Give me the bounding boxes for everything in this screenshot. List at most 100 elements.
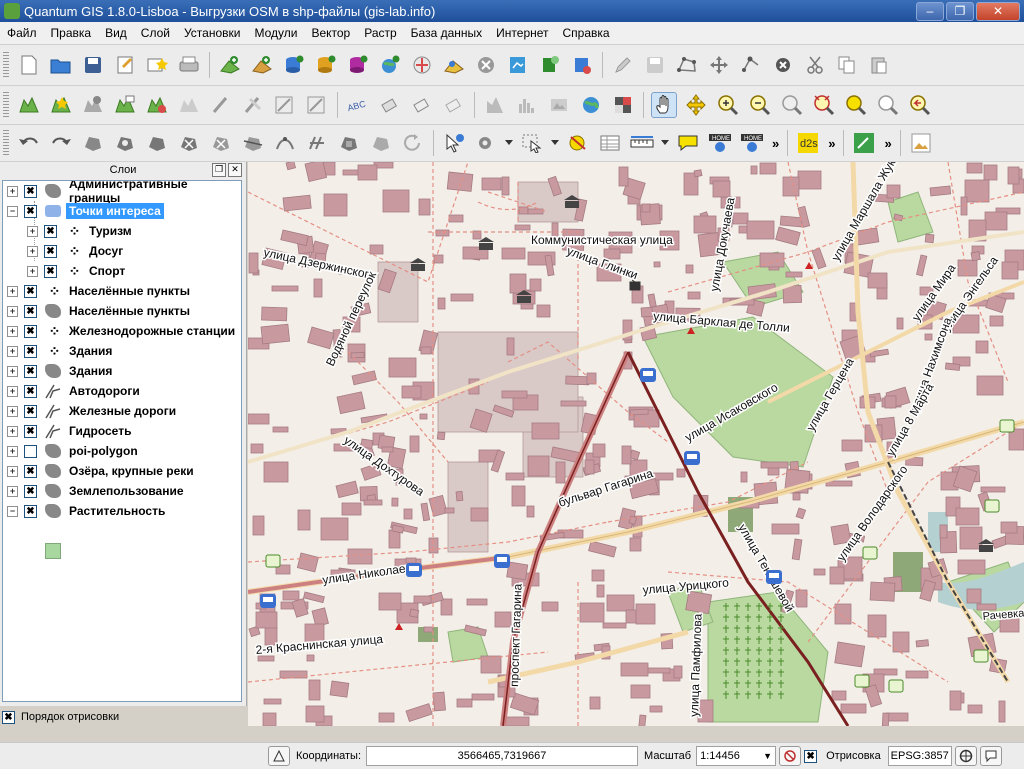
messages-icon[interactable] <box>979 746 1002 766</box>
dropdown-arrow-icon[interactable] <box>505 130 513 156</box>
layer-row-railways[interactable]: + Железные дороги <box>3 401 241 421</box>
add-raster-layer-icon[interactable] <box>249 52 275 78</box>
expand-toggle[interactable]: + <box>7 485 18 497</box>
cut-features-icon[interactable] <box>802 52 828 78</box>
layer-row-poi-polygon[interactable]: + poi-polygon <box>3 441 241 461</box>
pin-labels-icon[interactable] <box>377 92 403 118</box>
d2s-plugin-icon[interactable]: d2s <box>795 130 821 156</box>
layer-visibility-checkbox[interactable] <box>24 444 37 458</box>
extents-toggle-icon[interactable] <box>268 746 290 766</box>
layer-tool-6-icon[interactable] <box>176 92 202 118</box>
run-feature-action-icon[interactable] <box>473 130 499 156</box>
merge-features-icon[interactable] <box>336 130 362 156</box>
layer-visibility-checkbox[interactable] <box>44 224 57 238</box>
layer-row-tourism[interactable]: + ⁘ Туризм <box>3 221 241 241</box>
show-hide-labels-icon[interactable] <box>409 92 435 118</box>
new-bookmark-icon[interactable]: HOME <box>707 130 733 156</box>
menu-view[interactable]: Вид <box>98 22 134 44</box>
layer-row-buildings-points[interactable]: + ⁘ Здания <box>3 341 241 361</box>
raster-calc-icon[interactable] <box>610 92 636 118</box>
copy-features-icon[interactable] <box>834 52 860 78</box>
merge-attributes-icon[interactable] <box>368 130 394 156</box>
layer-tool-7-icon[interactable] <box>208 92 234 118</box>
expand-toggle[interactable]: + <box>7 425 18 437</box>
redo-icon[interactable] <box>48 130 74 156</box>
menu-edit[interactable]: Правка <box>44 22 99 44</box>
layer-tool-5-icon[interactable] <box>144 92 170 118</box>
layer-row-roads[interactable]: + Автодороги <box>3 381 241 401</box>
layer-tool-2-icon[interactable] <box>48 92 74 118</box>
pan-map-icon[interactable] <box>651 92 677 118</box>
zoom-to-selection-icon[interactable] <box>843 92 869 118</box>
add-wms-layer-icon[interactable] <box>377 52 403 78</box>
layer-visibility-checkbox[interactable] <box>44 244 57 258</box>
layer-row-leisure[interactable]: + ⁘ Досуг <box>3 241 241 261</box>
layer-visibility-checkbox[interactable] <box>24 484 37 498</box>
layer-visibility-checkbox[interactable] <box>24 284 37 298</box>
add-wcs-layer-icon[interactable] <box>409 52 435 78</box>
expand-toggle[interactable]: + <box>7 305 18 317</box>
select-features-icon[interactable] <box>519 130 545 156</box>
expand-toggle[interactable]: + <box>7 345 18 357</box>
rotate-point-symbols-icon[interactable] <box>400 130 426 156</box>
expand-toggle[interactable]: + <box>7 325 18 337</box>
move-label-icon[interactable] <box>441 92 467 118</box>
raster-tool-1-icon[interactable] <box>482 92 508 118</box>
layer-tool-8-icon[interactable] <box>240 92 266 118</box>
paste-features-icon[interactable] <box>866 52 892 78</box>
add-spatialite-layer-icon[interactable] <box>313 52 339 78</box>
measure-line-icon[interactable] <box>629 130 655 156</box>
zoom-in-icon[interactable] <box>715 92 741 118</box>
toolbar-more-indicator[interactable]: » <box>884 136 891 151</box>
layer-visibility-checkbox[interactable] <box>24 204 37 218</box>
add-ring-icon[interactable] <box>112 130 138 156</box>
add-feature-icon[interactable] <box>674 52 700 78</box>
map-tips-icon[interactable] <box>675 130 701 156</box>
crs-globe-icon[interactable] <box>954 746 977 766</box>
expand-toggle[interactable]: + <box>7 365 18 377</box>
plugin-image-icon[interactable] <box>908 130 934 156</box>
add-wfs-layer-icon[interactable] <box>441 52 467 78</box>
new-print-composer-icon[interactable] <box>144 52 170 78</box>
layer-row-sport[interactable]: + ⁘ Спорт <box>3 261 241 281</box>
layer-visibility-checkbox[interactable] <box>24 404 37 418</box>
add-delimited-text-icon[interactable] <box>569 52 595 78</box>
stop-render-icon[interactable] <box>779 746 802 766</box>
menu-settings[interactable]: Установки <box>177 22 247 44</box>
save-edits-icon[interactable] <box>642 52 668 78</box>
layer-visibility-checkbox[interactable] <box>24 344 37 358</box>
layer-visibility-checkbox[interactable] <box>24 304 37 318</box>
toolbar-more-indicator[interactable]: » <box>772 136 779 151</box>
dropdown-arrow-icon[interactable] <box>661 130 669 156</box>
coordinates-field[interactable]: 3566465,7319667 <box>366 746 639 766</box>
attribute-table-icon[interactable] <box>597 130 623 156</box>
plugin-green-icon[interactable] <box>851 130 877 156</box>
label-tool-icon[interactable]: ABC <box>345 92 371 118</box>
add-postgis-layer-icon[interactable] <box>281 52 307 78</box>
zoom-actual-size-icon[interactable] <box>779 92 805 118</box>
add-part-icon[interactable] <box>144 130 170 156</box>
move-feature-icon[interactable] <box>706 52 732 78</box>
panel-float-button[interactable]: ❐ <box>212 163 226 177</box>
node-tool-icon[interactable] <box>738 52 764 78</box>
restore-button[interactable]: ❐ <box>946 1 974 21</box>
layer-tree[interactable]: + Административные границы − Точки интер… <box>2 180 242 702</box>
expand-toggle[interactable]: + <box>27 245 38 257</box>
save-project-icon[interactable] <box>80 52 106 78</box>
raster-histogram-icon[interactable] <box>514 92 540 118</box>
dropdown-arrow-icon[interactable] <box>551 130 559 156</box>
zoom-to-layer-icon[interactable] <box>875 92 901 118</box>
layer-tool-9-icon[interactable] <box>272 92 298 118</box>
chevron-down-icon[interactable]: ▼ <box>763 751 772 761</box>
save-as-icon[interactable] <box>112 52 138 78</box>
menu-database[interactable]: База данных <box>404 22 489 44</box>
layer-visibility-checkbox[interactable] <box>24 504 37 518</box>
expand-toggle[interactable]: + <box>7 445 18 457</box>
new-project-icon[interactable] <box>16 52 42 78</box>
minimize-button[interactable]: – <box>916 1 944 21</box>
deselect-features-icon[interactable] <box>565 130 591 156</box>
render-order-checkbox[interactable] <box>2 710 15 724</box>
layer-row-buildings-polygons[interactable]: + Здания <box>3 361 241 381</box>
menu-help[interactable]: Справка <box>556 22 617 44</box>
layer-row-settlements-polygons[interactable]: + Населённые пункты <box>3 301 241 321</box>
